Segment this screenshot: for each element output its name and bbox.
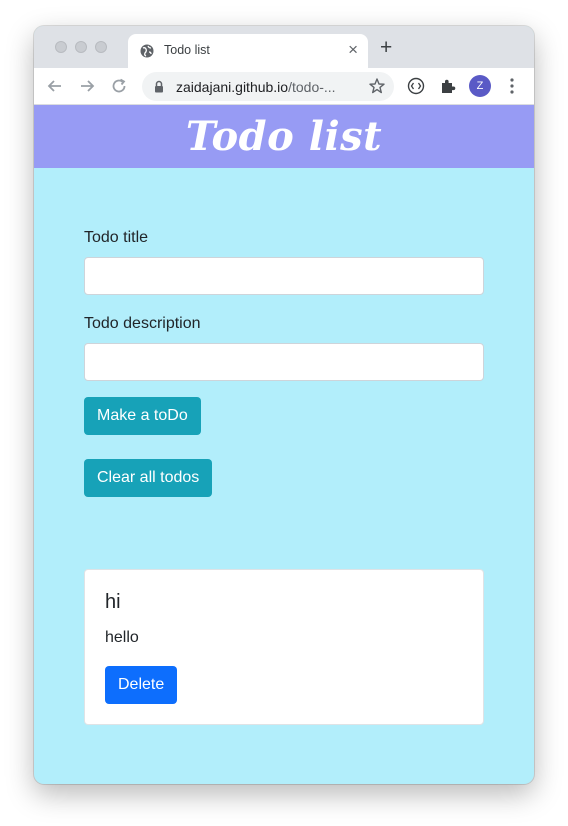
arrow-right-icon[interactable] [78,77,96,95]
tab-strip: Todo list × + [34,26,534,68]
page-header: Todo list [34,105,534,168]
browser-toolbar: zaidajani.github.io/todo-... Z [34,68,534,105]
star-icon[interactable] [368,77,386,95]
clear-all-todos-button[interactable]: Clear all todos [84,459,213,497]
tab-todo-list[interactable]: Todo list × [128,34,368,68]
todo-title-input[interactable] [84,257,484,295]
url-host: zaidajani.github.io [176,79,289,95]
todo-description-label: Todo description [84,315,201,332]
page-content: Todo title Todo description Make a toDo … [34,168,534,784]
puzzle-icon[interactable] [438,76,458,96]
kebab-menu-icon[interactable] [510,78,514,94]
reload-icon[interactable] [110,77,128,95]
make-todo-button[interactable]: Make a toDo [84,397,201,435]
page-title: Todo list [185,113,383,160]
lock-icon [155,80,163,93]
url-text: zaidajani.github.io/todo-... [176,79,336,95]
globe-icon [140,44,154,58]
new-tab-button[interactable]: + [380,37,392,59]
delete-todo-button[interactable]: Delete [105,666,178,704]
browser-window: Todo list × + zaidajani.github.io/todo-.… [34,26,534,784]
todo-card: hi hello Delete [84,569,484,725]
close-icon[interactable]: × [348,40,358,60]
todo-title-label: Todo title [84,229,149,246]
url-path: /todo-... [288,79,336,95]
todo-description-input[interactable] [84,343,484,381]
todo-card-description: hello [105,629,139,646]
close-window-button[interactable] [55,41,67,53]
tab-title: Todo list [164,43,210,57]
zoom-window-button[interactable] [95,41,107,53]
profile-avatar[interactable]: Z [469,75,491,97]
todo-card-title: hi [105,591,121,613]
address-bar[interactable]: zaidajani.github.io/todo-... [142,72,394,101]
minimize-window-button[interactable] [75,41,87,53]
arrow-left-icon[interactable] [46,77,64,95]
circle-code-icon[interactable] [406,76,426,96]
